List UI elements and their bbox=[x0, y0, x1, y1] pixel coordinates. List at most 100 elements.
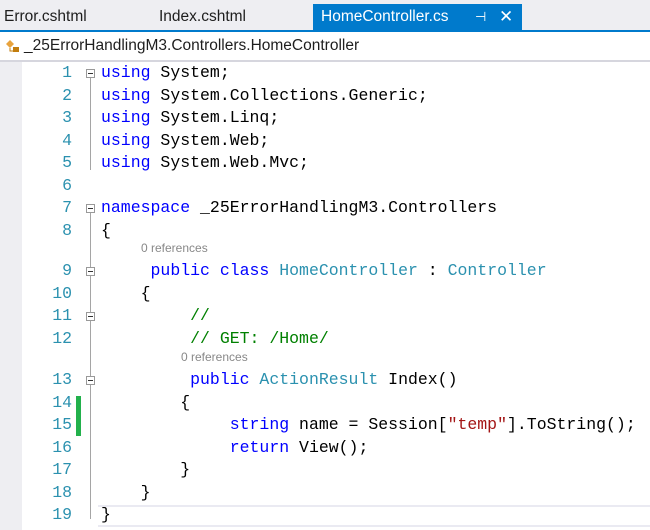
code-text[interactable]: } bbox=[101, 459, 190, 481]
keyword-token: public bbox=[180, 370, 250, 389]
code-line: 7 namespace _25ErrorHandlingM3.Controller… bbox=[0, 197, 650, 219]
keyword-token: using bbox=[101, 130, 151, 150]
line-number: 6 bbox=[62, 175, 72, 195]
tab-homecontroller-cs[interactable]: HomeController.cs ⊣ ✕ bbox=[313, 4, 522, 30]
code-line: 6 bbox=[0, 175, 650, 197]
code-token: : bbox=[417, 261, 438, 280]
code-token: { bbox=[101, 220, 111, 240]
code-text[interactable]: } bbox=[101, 482, 151, 504]
tab-error-cshtml[interactable]: Error.cshtml bbox=[4, 4, 87, 30]
code-token: System.Collections.Generic; bbox=[150, 85, 428, 105]
code-token: { bbox=[101, 283, 151, 303]
code-token: System.Web.Mvc; bbox=[150, 153, 309, 172]
line-number: 8 bbox=[62, 220, 72, 240]
line-number: 13 bbox=[52, 370, 72, 389]
type-token: HomeController bbox=[269, 261, 418, 280]
codelens-references[interactable]: 0 references bbox=[141, 241, 208, 255]
keyword-token: class bbox=[209, 261, 270, 280]
code-token: } bbox=[101, 505, 111, 524]
code-line: 5 using System.Web.Mvc; bbox=[0, 152, 650, 174]
keyword-token: public bbox=[140, 261, 210, 280]
code-text[interactable]: } bbox=[101, 504, 111, 526]
code-line: 4 using System.Web; bbox=[0, 130, 650, 152]
code-text[interactable]: using System; bbox=[101, 62, 230, 84]
code-line: 11 // bbox=[0, 305, 650, 327]
pin-icon[interactable]: ⊣ bbox=[475, 4, 486, 30]
line-number: 10 bbox=[52, 283, 72, 303]
code-text[interactable]: using System.Linq; bbox=[101, 107, 279, 129]
code-line: 17 } bbox=[0, 459, 650, 481]
code-text[interactable]: namespace _25ErrorHandlingM3.Controllers bbox=[101, 197, 497, 219]
code-text[interactable]: { bbox=[101, 392, 190, 414]
code-text[interactable]: return View(); bbox=[101, 437, 369, 459]
line-number: 1 bbox=[62, 63, 72, 82]
close-icon[interactable]: ✕ bbox=[499, 4, 513, 30]
string-token: "temp" bbox=[447, 415, 507, 434]
code-token: } bbox=[101, 460, 191, 479]
code-line: 8{ bbox=[0, 220, 650, 242]
code-line: 15 string name = Session["temp"].ToStrin… bbox=[0, 414, 650, 436]
line-number: 19 bbox=[52, 505, 72, 524]
line-number: 4 bbox=[62, 130, 72, 150]
keyword-token: namespace bbox=[101, 198, 191, 217]
code-text[interactable]: using System.Collections.Generic; bbox=[101, 85, 428, 107]
navigation-bar[interactable]: _25ErrorHandlingM3.Controllers.HomeContr… bbox=[0, 32, 650, 62]
code-line: 19} bbox=[0, 504, 650, 526]
keyword-token: using bbox=[101, 108, 151, 127]
document-tab-bar: Error.cshtml Index.cshtml HomeController… bbox=[0, 0, 650, 30]
line-number: 15 bbox=[52, 415, 72, 434]
code-line: 16 return View(); bbox=[0, 437, 650, 459]
code-text[interactable]: using System.Web; bbox=[101, 130, 269, 152]
code-token: ].ToString(); bbox=[507, 415, 636, 434]
keyword-token: using bbox=[101, 153, 151, 172]
code-text[interactable]: public class HomeController : Controller bbox=[101, 260, 547, 282]
code-token: Index() bbox=[378, 370, 458, 389]
keyword-token: return bbox=[219, 437, 290, 457]
code-line: 12 // GET: /Home/ bbox=[0, 328, 650, 350]
line-number: 18 bbox=[52, 482, 72, 502]
tab-label: HomeController.cs bbox=[321, 8, 449, 25]
code-token: System.Web; bbox=[150, 130, 270, 150]
code-text[interactable]: { bbox=[101, 283, 151, 305]
code-line: 1 using System; bbox=[0, 62, 650, 84]
code-token: System; bbox=[150, 63, 230, 82]
code-token: name = Session[ bbox=[289, 415, 448, 434]
code-text[interactable]: public ActionResult Index() bbox=[101, 369, 457, 391]
code-token: { bbox=[101, 392, 191, 412]
keyword-token: string bbox=[219, 415, 290, 434]
code-text[interactable]: string name = Session["temp"].ToString()… bbox=[101, 414, 636, 436]
type-token: ActionResult bbox=[249, 370, 379, 389]
line-number: 5 bbox=[62, 153, 72, 172]
codelens-references[interactable]: 0 references bbox=[181, 350, 248, 364]
code-text[interactable]: // bbox=[101, 305, 210, 327]
keyword-token: using bbox=[101, 63, 151, 82]
code-text[interactable]: using System.Web.Mvc; bbox=[101, 152, 309, 174]
line-number: 17 bbox=[52, 460, 72, 479]
comment-token: // bbox=[180, 306, 210, 325]
line-number: 7 bbox=[62, 198, 72, 217]
line-number: 2 bbox=[62, 85, 72, 105]
code-token: System.Linq; bbox=[150, 108, 280, 127]
code-token: View(); bbox=[289, 437, 369, 457]
line-number: 12 bbox=[52, 328, 72, 348]
code-token: } bbox=[101, 482, 151, 502]
code-text[interactable]: { bbox=[101, 220, 111, 242]
comment-token: // GET: /Home/ bbox=[180, 328, 329, 348]
code-text[interactable]: // GET: /Home/ bbox=[101, 328, 329, 350]
code-token: _25ErrorHandlingM3.Controllers bbox=[190, 198, 498, 217]
tab-index-cshtml[interactable]: Index.cshtml bbox=[159, 4, 246, 30]
line-number: 9 bbox=[62, 261, 72, 280]
line-number: 3 bbox=[62, 108, 72, 127]
class-icon bbox=[6, 40, 19, 52]
code-line: 9 public class HomeController : Controll… bbox=[0, 260, 650, 282]
type-token: Controller bbox=[437, 261, 547, 280]
code-line: 10 { bbox=[0, 283, 650, 305]
code-line: 14 { bbox=[0, 392, 650, 414]
line-number: 11 bbox=[52, 306, 72, 325]
